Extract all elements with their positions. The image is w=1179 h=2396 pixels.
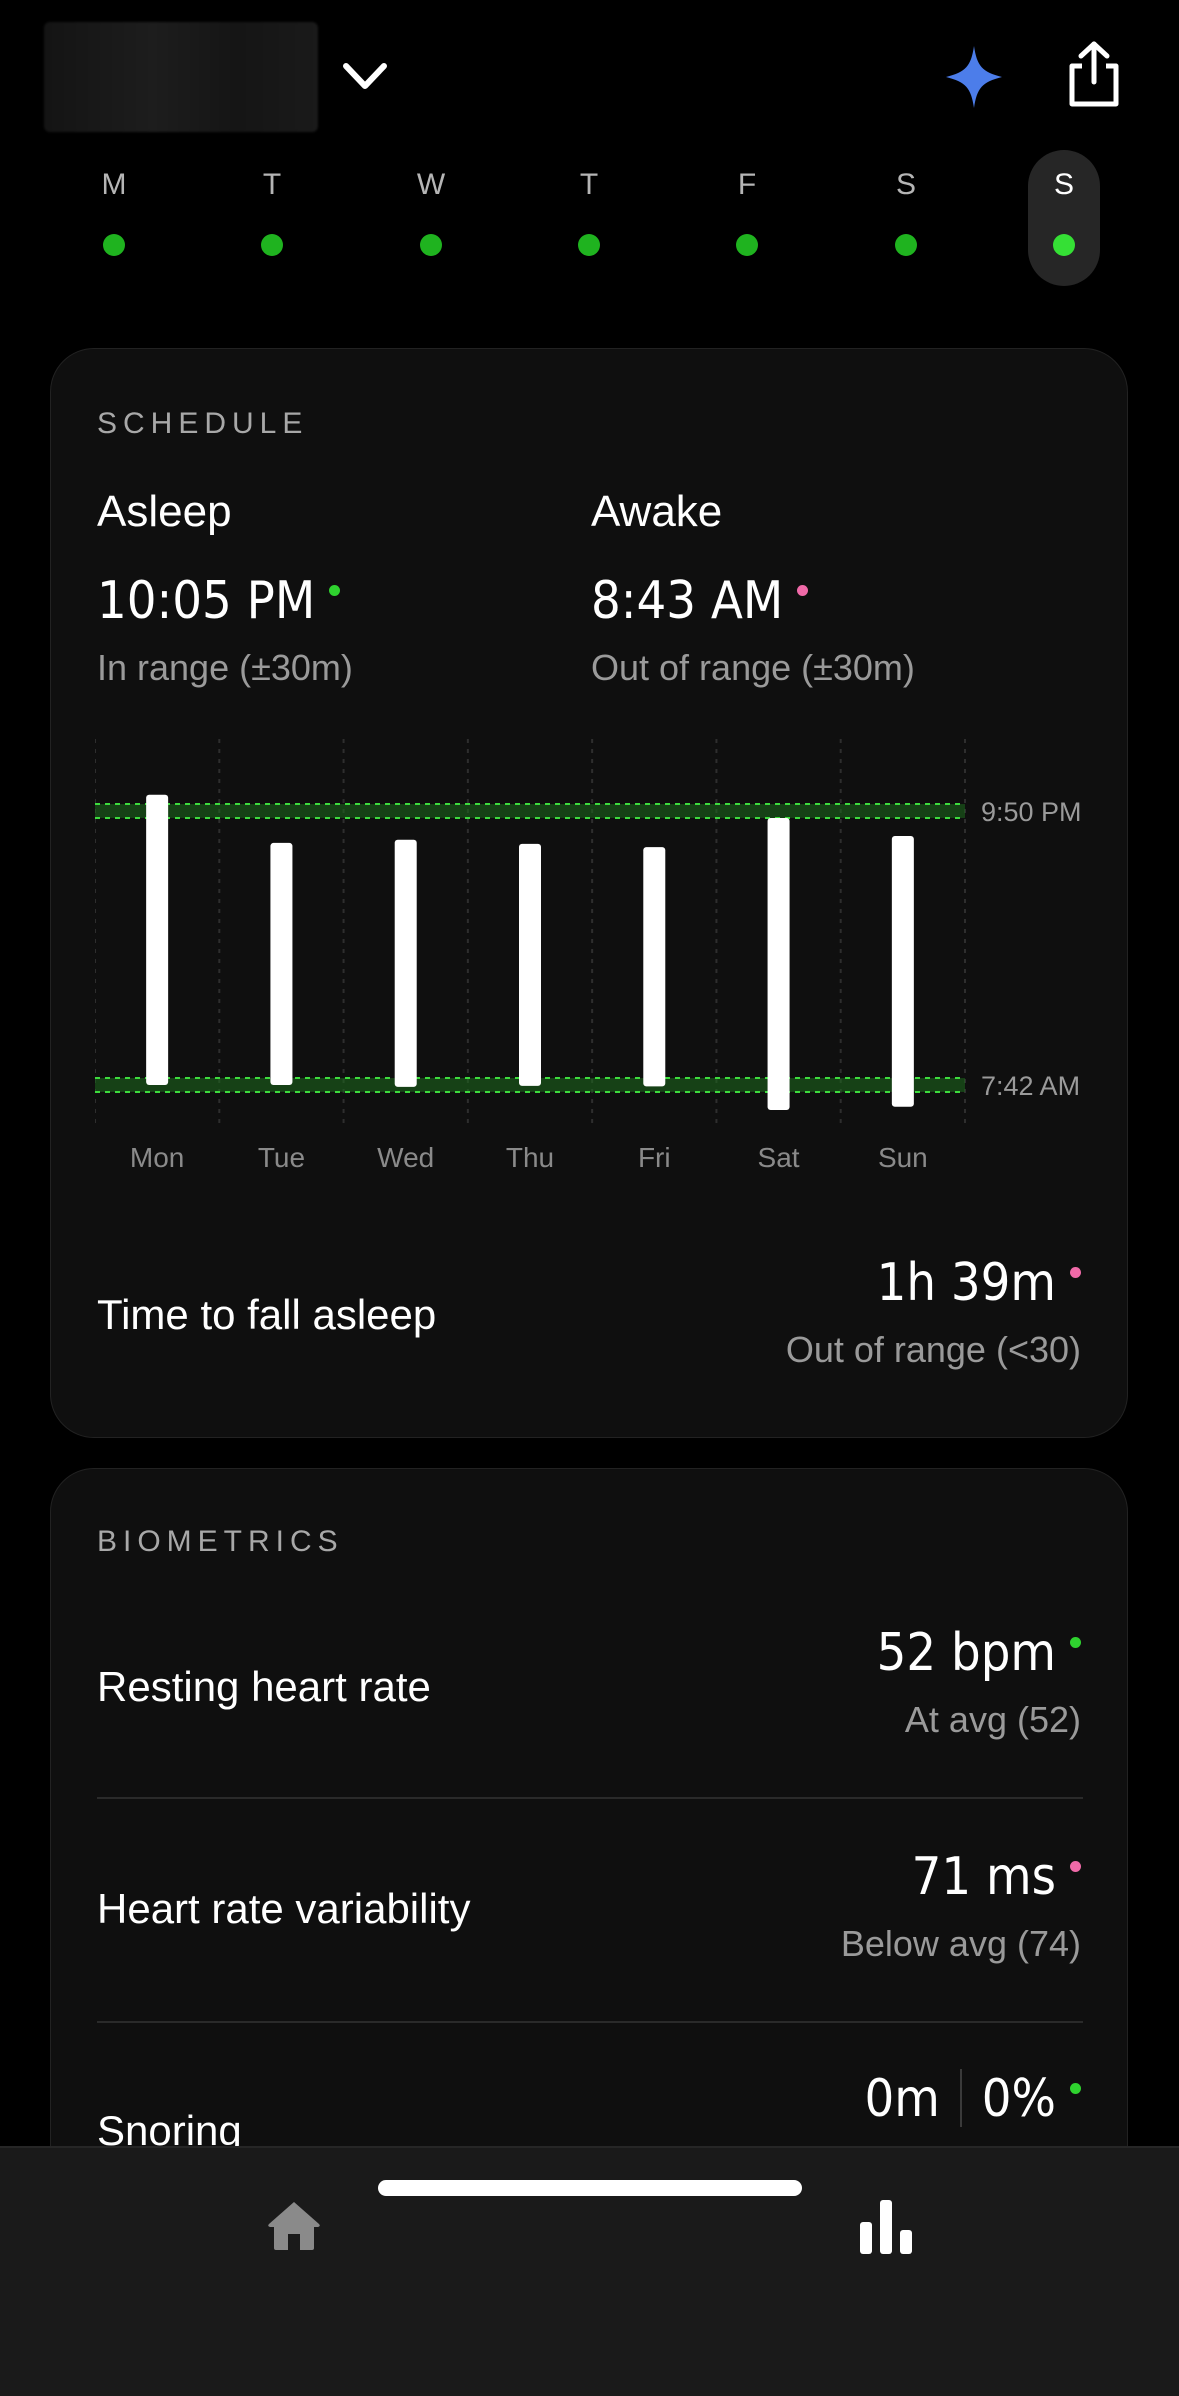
sparkle-icon[interactable] <box>944 44 1004 110</box>
hrv-value: 71 ms <box>912 1847 1081 1907</box>
sleep-bar-mon <box>146 794 169 1085</box>
day-label: M <box>101 168 127 201</box>
day-thursday[interactable]: T <box>553 150 625 286</box>
home-icon[interactable] <box>266 2198 322 2254</box>
hrv-label: Heart rate variability <box>97 1885 471 1932</box>
status-dot-bad <box>797 584 809 596</box>
sleep-bar-sun <box>891 835 914 1107</box>
value-separator <box>959 2069 962 2127</box>
day-status-dot <box>103 234 125 256</box>
sleep-bar-thu <box>519 843 541 1086</box>
sleep-bar-tue <box>270 842 293 1085</box>
sleep-schedule-chart: 9:50 PM 7:42 AM Mon Tue Wed Thu Fri Sat Sun <box>95 739 1082 1169</box>
sleep-bar-wed <box>394 839 417 1087</box>
target-range-band <box>95 804 965 818</box>
day-status-dot <box>1053 234 1075 256</box>
status-dot-good <box>1070 1636 1081 1648</box>
day-label: S <box>1053 168 1074 201</box>
day-monday[interactable]: M <box>78 150 150 286</box>
y-axis-label: 7:42 AM <box>981 1071 1080 1101</box>
schedule-card: SCHEDULE Asleep 10:05 PM In range (±30m)… <box>50 348 1128 1438</box>
day-status-dot <box>895 234 917 256</box>
stats-icon[interactable] <box>856 2198 916 2254</box>
day-label: F <box>737 168 757 201</box>
resting-heart-rate-value: 52 bpm <box>877 1623 1081 1683</box>
x-axis-label: Fri <box>638 1142 671 1169</box>
hrv-status: Below avg (74) <box>840 1923 1081 1964</box>
day-label: S <box>895 168 916 201</box>
profile-name-blurred[interactable] <box>44 22 318 132</box>
day-tuesday[interactable]: T <box>236 150 308 286</box>
day-sunday-selected[interactable]: S <box>1028 150 1100 286</box>
day-friday[interactable]: F <box>711 150 783 286</box>
day-label: T <box>579 168 599 201</box>
home-indicator[interactable] <box>378 2180 802 2196</box>
awake-time: 8:43 AM <box>591 571 809 631</box>
sleep-bar-fri <box>643 847 666 1087</box>
status-dot-bad <box>1070 1860 1081 1872</box>
time-to-fall-asleep-value: 1h 39m <box>877 1253 1081 1313</box>
week-day-selector: M T W T F S S <box>0 150 1179 290</box>
time-to-fall-asleep-label: Time to fall asleep <box>97 1291 437 1338</box>
status-dot-good <box>329 584 341 596</box>
day-status-dot <box>736 234 758 256</box>
divider <box>97 1797 1083 1799</box>
divider <box>97 2021 1083 2023</box>
snoring-value: 0m 0% <box>864 2069 1081 2131</box>
awake-label: Awake <box>591 487 723 536</box>
x-axis-label: Tue <box>258 1142 305 1169</box>
x-axis-label: Wed <box>377 1142 434 1169</box>
day-status-dot <box>578 234 600 256</box>
day-saturday[interactable]: S <box>870 150 942 286</box>
x-axis-label: Thu <box>506 1142 554 1169</box>
top-bar <box>0 0 1179 140</box>
day-label: W <box>416 168 446 201</box>
chevron-down-icon[interactable] <box>338 52 392 102</box>
status-dot-bad <box>1070 1266 1081 1278</box>
sleep-bar-sat <box>767 817 790 1110</box>
awake-status: Out of range (±30m) <box>591 647 915 688</box>
share-icon[interactable] <box>1064 40 1124 108</box>
resting-heart-rate-label: Resting heart rate <box>97 1663 431 1710</box>
resting-heart-rate-status: At avg (52) <box>904 1699 1081 1740</box>
asleep-time: 10:05 PM <box>97 571 341 631</box>
asleep-label: Asleep <box>97 487 232 536</box>
day-status-dot <box>420 234 442 256</box>
biometrics-title: BIOMETRICS <box>97 1525 344 1558</box>
schedule-title: SCHEDULE <box>97 407 309 440</box>
day-label: T <box>262 168 282 201</box>
status-dot-good <box>1070 2082 1081 2094</box>
y-axis-label: 9:50 PM <box>981 797 1082 827</box>
day-status-dot <box>261 234 283 256</box>
x-axis-label: Mon <box>130 1142 184 1169</box>
day-wednesday[interactable]: W <box>395 150 467 286</box>
x-axis-label: Sun <box>878 1142 928 1169</box>
x-axis-label: Sat <box>758 1142 800 1169</box>
time-to-fall-asleep-status: Out of range (<30) <box>785 1329 1081 1370</box>
asleep-status: In range (±30m) <box>97 647 353 688</box>
